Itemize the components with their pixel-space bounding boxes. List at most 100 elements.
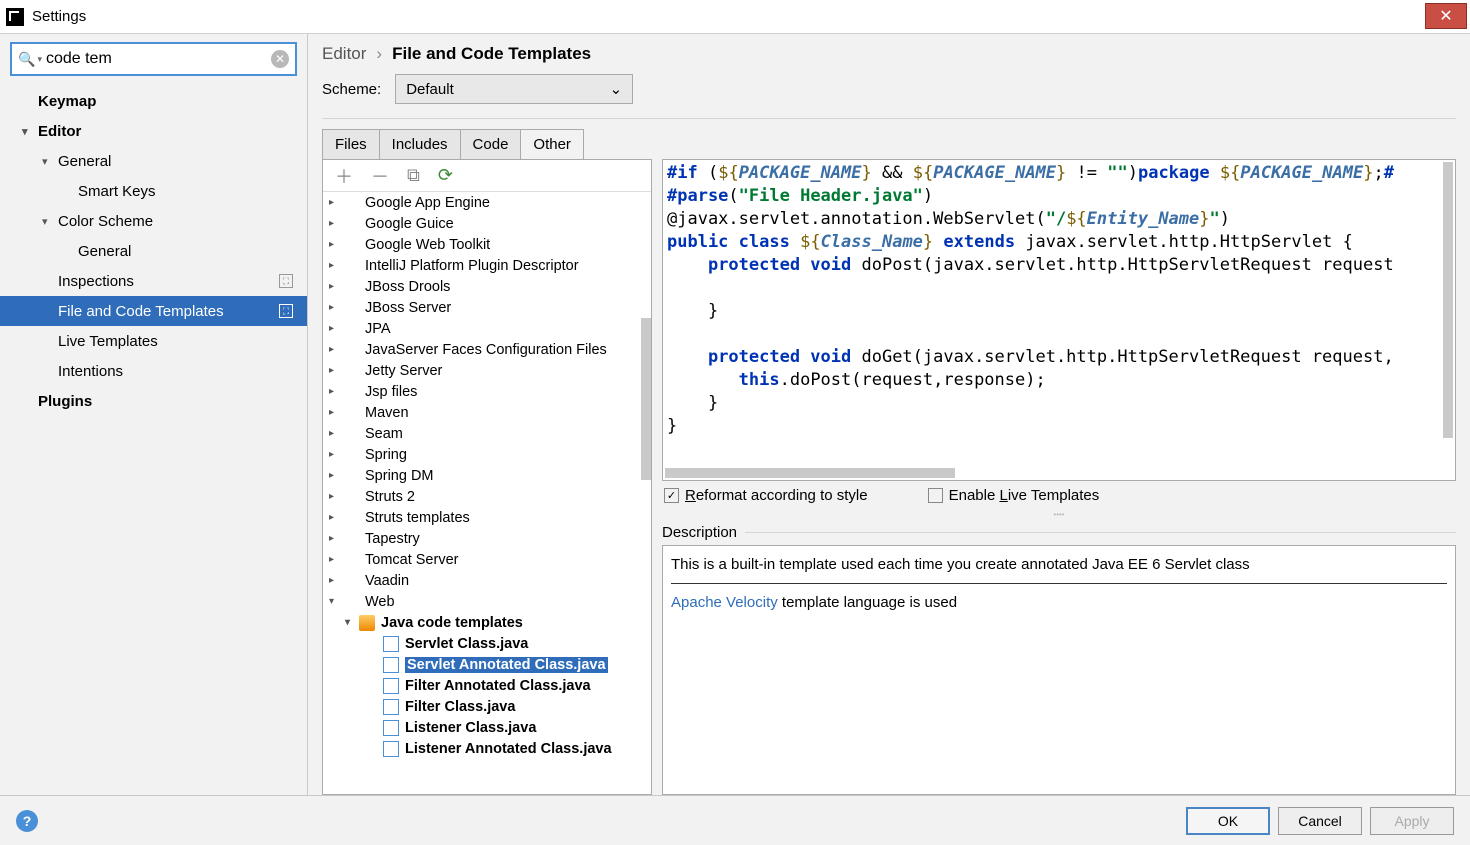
chevron-right-icon: ▸ <box>329 575 343 586</box>
search-input[interactable] <box>46 50 271 68</box>
sidebar-item-file-code-templates[interactable]: File and Code Templates⛶ <box>0 296 307 326</box>
template-row[interactable]: Filter Class.java <box>323 696 651 717</box>
template-label: Jetty Server <box>365 363 442 379</box>
template-label: Web <box>365 594 395 610</box>
template-scrollbar[interactable] <box>641 318 651 480</box>
template-icon <box>383 636 399 652</box>
template-icon <box>383 741 399 757</box>
chevron-right-icon: ▸ <box>329 491 343 502</box>
template-icon <box>343 510 359 526</box>
chevron-right-icon: ▸ <box>329 197 343 208</box>
checkbox-icon <box>928 488 943 503</box>
code-v-scrollbar[interactable] <box>1443 162 1453 438</box>
ok-button[interactable]: OK <box>1186 807 1270 835</box>
sidebar-item-plugins[interactable]: Plugins <box>0 386 307 416</box>
template-label: JavaServer Faces Configuration Files <box>365 342 607 358</box>
template-row[interactable]: ▸IntelliJ Platform Plugin Descriptor <box>323 255 651 276</box>
chevron-right-icon: ▸ <box>329 260 343 271</box>
template-icon <box>343 447 359 463</box>
code-h-scrollbar[interactable] <box>665 468 955 478</box>
search-options-caret[interactable]: ▾ <box>37 54 42 65</box>
sidebar-item-keymap[interactable]: Keymap <box>0 86 307 116</box>
template-icon <box>343 405 359 421</box>
template-row[interactable]: ▸Spring DM <box>323 465 651 486</box>
sidebar-item-smart-keys[interactable]: Smart Keys <box>0 176 307 206</box>
copy-template-icon[interactable]: ⧉ <box>407 165 420 186</box>
help-icon[interactable]: ? <box>16 810 38 832</box>
reformat-checkbox[interactable]: ✓ Reformat according to style <box>664 487 868 504</box>
chevron-right-icon: › <box>376 44 382 64</box>
template-row[interactable]: ▸Spring <box>323 444 651 465</box>
template-row[interactable]: ▸Struts templates <box>323 507 651 528</box>
template-row[interactable]: ▸Jsp files <box>323 381 651 402</box>
template-icon <box>343 426 359 442</box>
sidebar-item-general[interactable]: ▾General <box>0 146 307 176</box>
template-row[interactable]: ▸JBoss Drools <box>323 276 651 297</box>
template-row[interactable]: ▸JBoss Server <box>323 297 651 318</box>
sidebar-item-editor[interactable]: ▾Editor <box>0 116 307 146</box>
sidebar-item-live-templates[interactable]: Live Templates <box>0 326 307 356</box>
template-row[interactable]: Listener Annotated Class.java <box>323 738 651 759</box>
sidebar-item-color-scheme[interactable]: ▾Color Scheme <box>0 206 307 236</box>
add-template-icon[interactable]: ＋ <box>335 163 353 189</box>
template-row[interactable]: ▸Seam <box>323 423 651 444</box>
search-icon: 🔍 <box>18 51 35 68</box>
template-row[interactable]: Filter Annotated Class.java <box>323 675 651 696</box>
template-row[interactable]: ▸ Maven <box>323 402 651 423</box>
breadcrumb-root[interactable]: Editor <box>322 44 366 64</box>
template-row[interactable]: ▸Google Guice <box>323 213 651 234</box>
cancel-button[interactable]: Cancel <box>1278 807 1362 835</box>
template-row[interactable]: ▸Vaadin <box>323 570 651 591</box>
chevron-right-icon: ▸ <box>329 218 343 229</box>
tab-files[interactable]: Files <box>322 129 380 160</box>
template-row[interactable]: ▸Jetty Server <box>323 360 651 381</box>
template-label: Tapestry <box>365 531 420 547</box>
template-label: Spring DM <box>365 468 434 484</box>
template-row[interactable]: ▸Google Web Toolkit <box>323 234 651 255</box>
template-row[interactable]: ▸Tomcat Server <box>323 549 651 570</box>
tab-code[interactable]: Code <box>460 129 522 160</box>
template-code-editor[interactable]: #if (${PACKAGE_NAME} && ${PACKAGE_NAME} … <box>662 159 1456 481</box>
window-title: Settings <box>32 8 86 25</box>
breadcrumb: Editor › File and Code Templates <box>322 44 1456 64</box>
template-row[interactable]: ▸ Google App Engine <box>323 192 651 213</box>
template-label: Maven <box>365 405 409 421</box>
template-row[interactable]: Servlet Annotated Class.java <box>323 654 651 675</box>
template-row[interactable]: Servlet Class.java <box>323 633 651 654</box>
sidebar-item-intentions[interactable]: Intentions <box>0 356 307 386</box>
template-row[interactable]: ▾Java code templates <box>323 612 651 633</box>
apply-button[interactable]: Apply <box>1370 807 1454 835</box>
scheme-select[interactable]: Default ⌄ <box>395 74 633 104</box>
template-tree[interactable]: ▸Google App Engine▸Google Guice▸Google W… <box>323 192 651 794</box>
splitter-grip[interactable]: •••• <box>662 510 1456 518</box>
template-row[interactable]: ▸Tapestry <box>323 528 651 549</box>
tab-other[interactable]: Other <box>520 129 584 160</box>
template-icon <box>343 195 359 211</box>
template-label: Filter Annotated Class.java <box>405 678 591 694</box>
template-label: Google Web Toolkit <box>365 237 490 253</box>
clear-search-icon[interactable]: ✕ <box>271 50 289 68</box>
template-label: Google App Engine <box>365 195 490 211</box>
enable-live-templates-checkbox[interactable]: Enable Live Templates <box>928 487 1100 504</box>
template-label: Filter Class.java <box>405 699 515 715</box>
chevron-right-icon: ▸ <box>329 407 343 418</box>
template-icon <box>343 279 359 295</box>
template-row[interactable]: ▸JavaServer Faces Configuration Files <box>323 339 651 360</box>
tab-includes[interactable]: Includes <box>379 129 461 160</box>
close-button[interactable]: ✕ <box>1425 3 1467 29</box>
chevron-right-icon: ▸ <box>329 302 343 313</box>
template-row[interactable]: ▸Struts 2 <box>323 486 651 507</box>
template-row[interactable]: ▸JPA <box>323 318 651 339</box>
template-row[interactable]: Listener Class.java <box>323 717 651 738</box>
refresh-template-icon[interactable]: ⟳ <box>438 165 453 186</box>
template-icon <box>383 678 399 694</box>
sidebar-item-inspections[interactable]: Inspections⛶ <box>0 266 307 296</box>
template-label: Tomcat Server <box>365 552 458 568</box>
remove-template-icon[interactable]: － <box>371 163 389 189</box>
template-icon <box>343 594 359 610</box>
apache-velocity-link[interactable]: Apache Velocity <box>671 594 778 611</box>
sidebar-item-cs-general[interactable]: General <box>0 236 307 266</box>
template-row[interactable]: ▾Web <box>323 591 651 612</box>
template-icon <box>383 699 399 715</box>
search-input-wrap[interactable]: 🔍 ▾ ✕ <box>10 42 297 76</box>
